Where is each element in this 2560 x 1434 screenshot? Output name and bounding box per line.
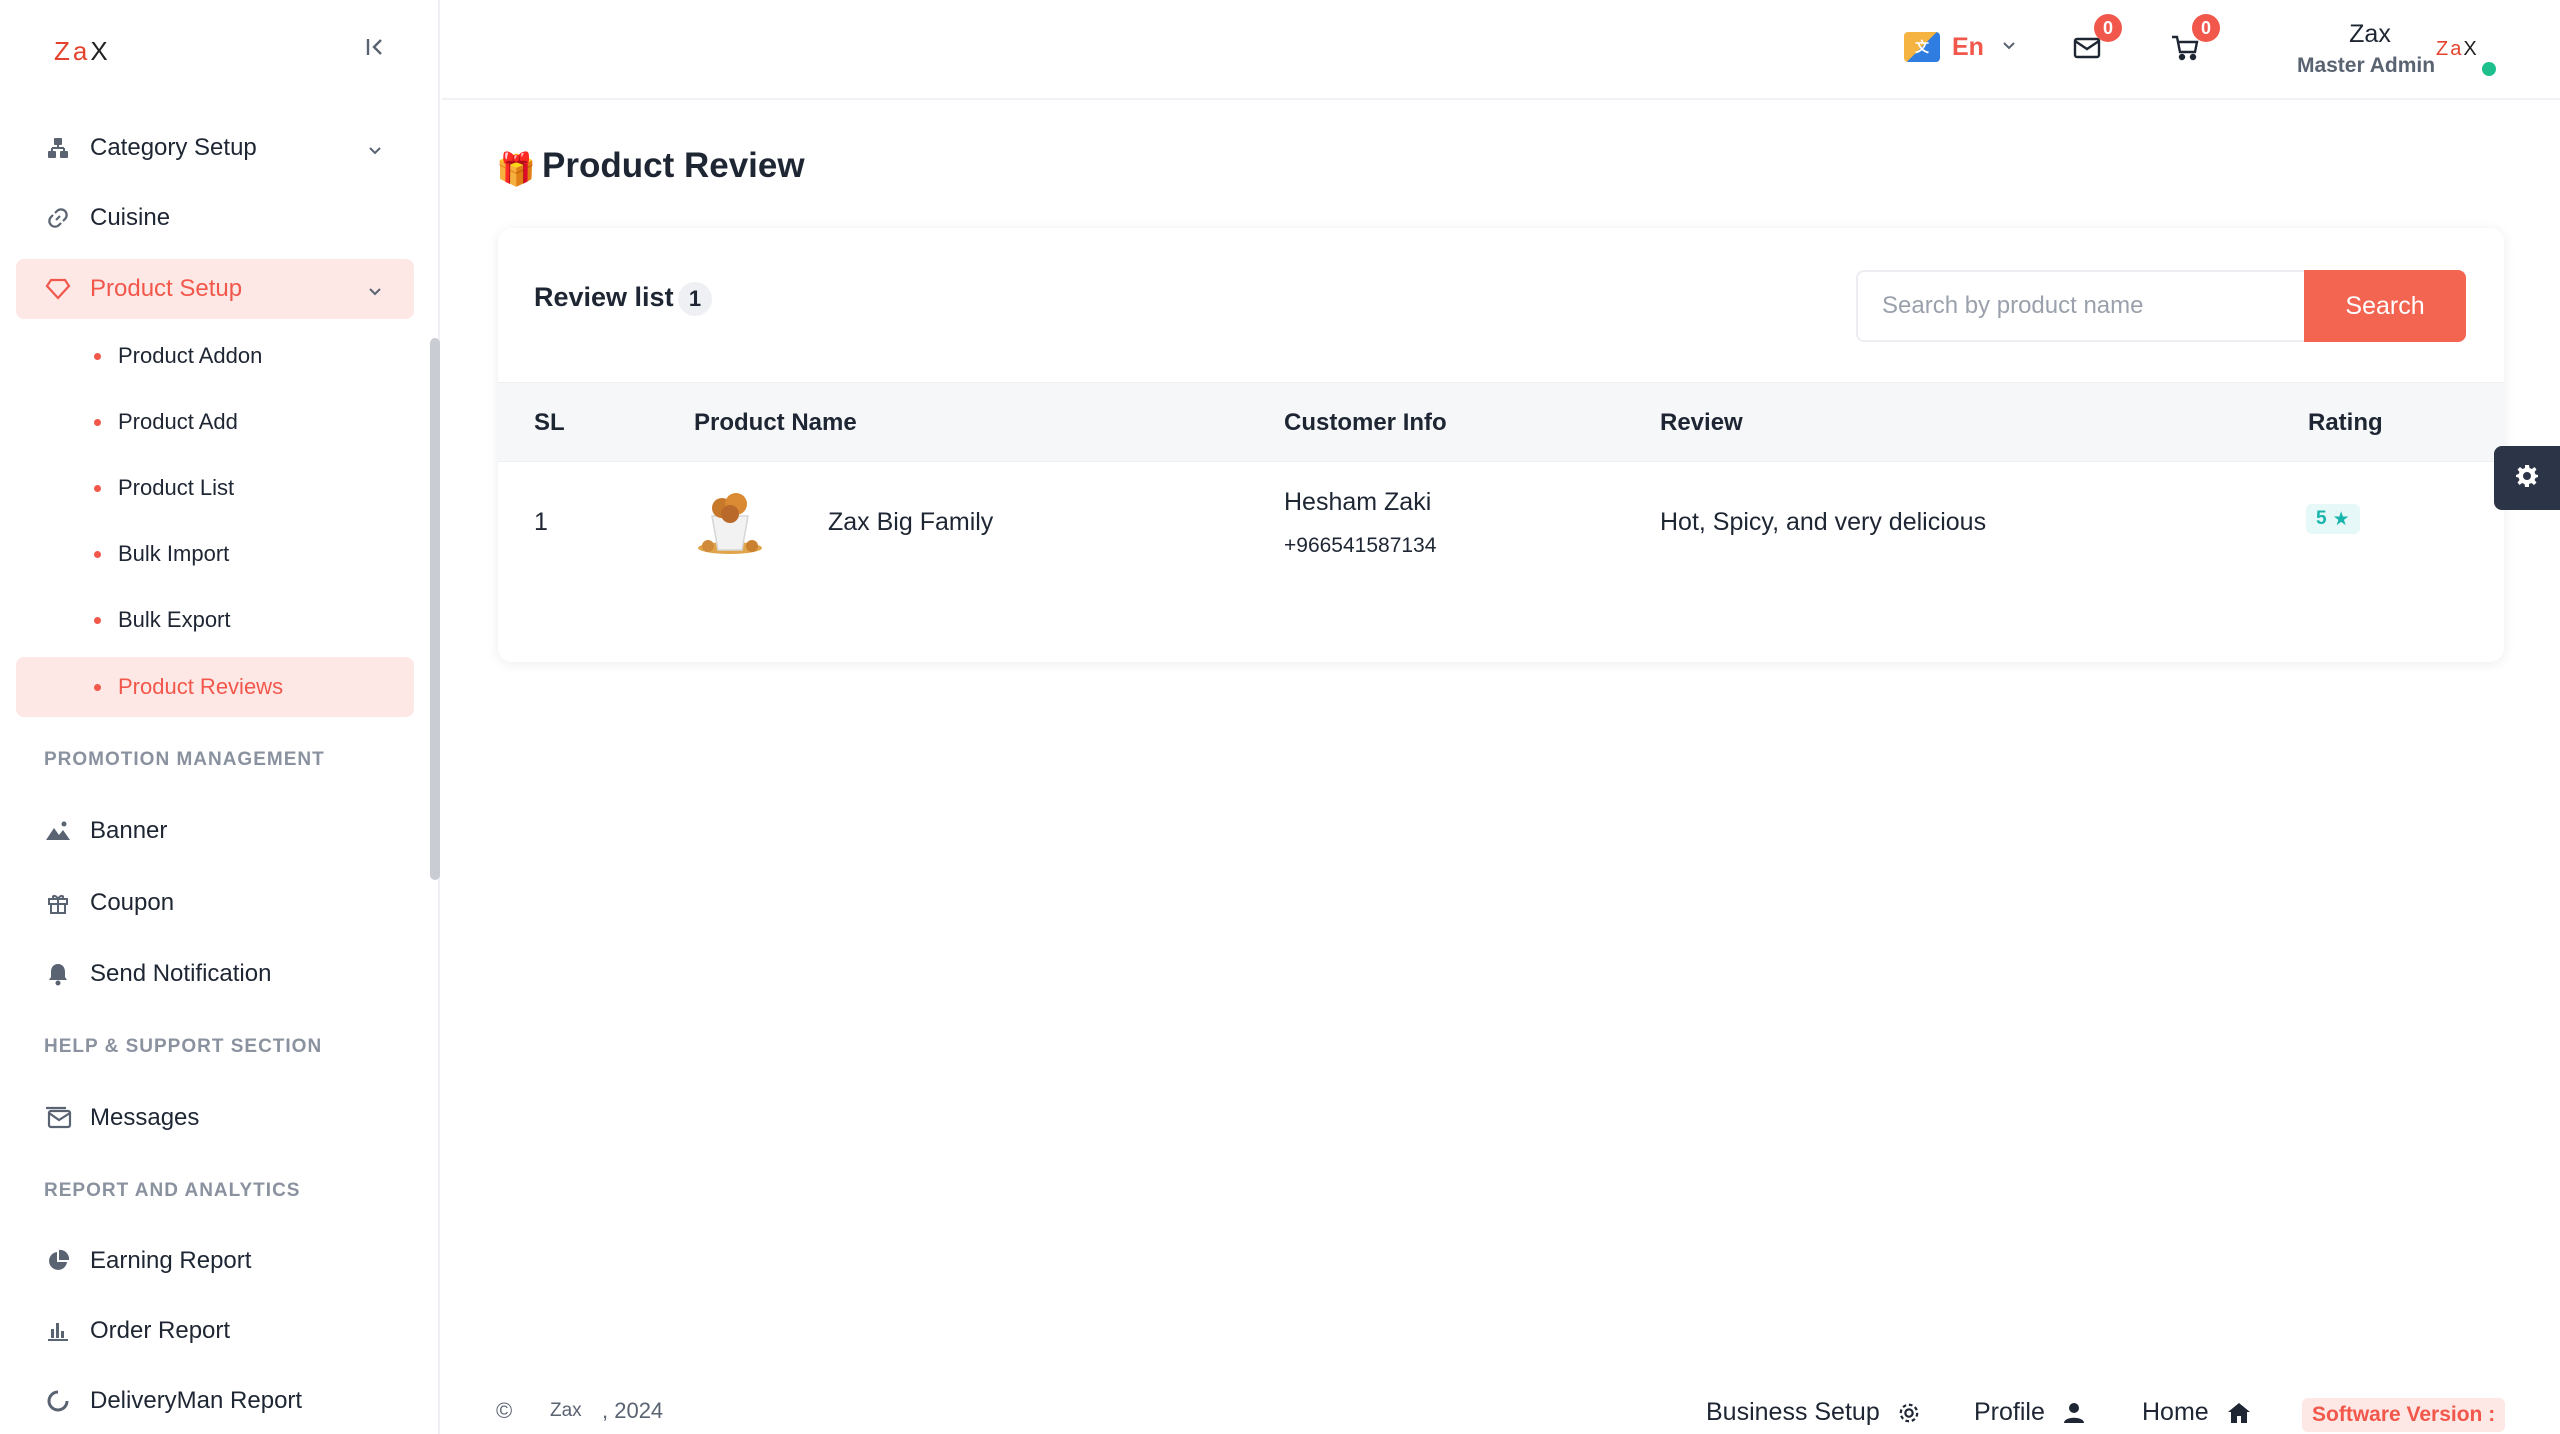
sidebar-item-coupon[interactable]: Coupon	[16, 873, 414, 933]
table-row[interactable]: 1 Zax Big Family Hesham Zaki +9665415871…	[498, 462, 2504, 582]
gift-box-icon: 🎁	[496, 151, 536, 187]
column-header-rating: Rating	[2308, 409, 2383, 436]
online-status-dot	[2482, 62, 2496, 76]
card-title: Review list	[534, 282, 674, 312]
messages-badge: 0	[2094, 14, 2122, 42]
star-icon: ★	[2332, 508, 2350, 530]
user-role: Master Admin	[2296, 54, 2436, 77]
sidebar-item-deliveryman-report[interactable]: DeliveryMan Report	[16, 1371, 414, 1431]
product-image[interactable]	[692, 482, 768, 558]
image-icon	[44, 817, 72, 845]
settings-toggle-button[interactable]	[2494, 446, 2560, 510]
bar-chart-icon	[44, 1317, 72, 1345]
chevron-down-icon	[366, 138, 384, 166]
sidebar-subitem-bulk-import[interactable]: Bulk Import	[16, 524, 414, 584]
sidebar-logo[interactable]: ZaX	[54, 36, 111, 67]
section-title-reports: REPORT AND ANALYTICS	[44, 1180, 301, 1201]
chevron-down-icon	[366, 279, 384, 307]
user-name[interactable]: Zax	[2290, 20, 2450, 49]
gear-icon	[2515, 464, 2539, 493]
review-count-badge: 1	[678, 282, 712, 316]
footer-brand: Zax	[550, 1400, 582, 1421]
section-title-help: HELP & SUPPORT SECTION	[44, 1036, 323, 1057]
sidebar: ZaX Category Setup Cuisine Product Setup…	[0, 0, 440, 1434]
link-icon	[44, 204, 72, 232]
bullet-icon	[94, 485, 101, 492]
cell-product-name[interactable]: Zax Big Family	[828, 508, 993, 537]
pie-chart-icon	[44, 1247, 72, 1275]
footer-link-home[interactable]: Home	[2142, 1398, 2251, 1427]
footer-link-profile[interactable]: Profile	[1974, 1398, 2085, 1427]
bullet-icon	[94, 684, 101, 691]
cart-badge: 0	[2192, 14, 2220, 42]
home-icon	[2227, 1402, 2251, 1424]
search-input[interactable]	[1856, 270, 2306, 342]
footer-link-business-setup[interactable]: Business Setup	[1706, 1398, 1920, 1427]
sitemap-icon	[44, 134, 72, 162]
cell-sl: 1	[534, 508, 548, 536]
collapse-sidebar-icon[interactable]	[364, 34, 386, 65]
sidebar-item-messages[interactable]: Messages	[16, 1088, 414, 1148]
sidebar-item-category-setup[interactable]: Category Setup	[16, 118, 414, 178]
rating-badge: 5 ★	[2306, 504, 2360, 534]
translate-icon: 文	[1904, 32, 1940, 62]
search-button[interactable]: Search	[2304, 270, 2466, 342]
cell-review: Hot, Spicy, and very delicious	[1660, 508, 1987, 536]
sidebar-item-product-setup[interactable]: Product Setup	[16, 259, 414, 319]
sidebar-item-earning-report[interactable]: Earning Report	[16, 1231, 414, 1291]
bullet-icon	[94, 419, 101, 426]
review-list-card: Review list 1 Search SL Product Name Cus…	[498, 228, 2504, 662]
table-header: SL Product Name Customer Info Review Rat…	[498, 382, 2504, 462]
sidebar-item-order-report[interactable]: Order Report	[16, 1301, 414, 1361]
cart-icon	[2170, 35, 2200, 66]
copyright-symbol: ©	[496, 1398, 513, 1423]
sidebar-item-send-notification[interactable]: Send Notification	[16, 944, 414, 1004]
sidebar-subitem-product-add[interactable]: Product Add	[16, 392, 414, 452]
bell-icon	[44, 960, 72, 988]
column-header-sl: SL	[534, 409, 565, 436]
diamond-icon	[44, 275, 72, 303]
sidebar-subitem-bulk-export[interactable]: Bulk Export	[16, 590, 414, 650]
cart-button[interactable]: 0	[2170, 14, 2220, 66]
chevron-down-icon	[2000, 36, 2018, 59]
user-icon	[2063, 1402, 2085, 1424]
sidebar-subitem-product-list[interactable]: Product List	[16, 458, 414, 518]
gift-icon	[44, 889, 72, 917]
sidebar-subitem-product-addon[interactable]: Product Addon	[16, 326, 414, 386]
language-selector[interactable]: 文 En	[1904, 32, 2018, 62]
cell-customer-phone: +966541587134	[1284, 534, 1437, 557]
cell-customer-name: Hesham Zaki	[1284, 488, 1432, 516]
software-version-badge: Software Version :	[2302, 1398, 2506, 1432]
bullet-icon	[94, 551, 101, 558]
spinner-icon	[44, 1387, 72, 1415]
gear-icon	[1898, 1402, 1920, 1424]
sidebar-subitem-product-reviews[interactable]: Product Reviews	[16, 657, 414, 717]
messages-button[interactable]: 0	[2072, 14, 2122, 64]
bullet-icon	[94, 353, 101, 360]
sidebar-scrollbar[interactable]	[430, 338, 440, 880]
section-title-promotion: PROMOTION MANAGEMENT	[44, 749, 325, 770]
bullet-icon	[94, 617, 101, 624]
page-footer: © Zax , 2024 Business Setup Profile Home…	[496, 1398, 2506, 1434]
mail-icon	[2072, 37, 2102, 64]
top-header: 文 En 0 0 Zax Master Admin ZaX	[442, 0, 2560, 100]
sidebar-item-cuisine[interactable]: Cuisine	[16, 188, 414, 248]
column-header-product-name: Product Name	[694, 409, 857, 436]
page-title: Product Review	[542, 146, 805, 185]
column-header-review: Review	[1660, 409, 1743, 436]
column-header-customer-info: Customer Info	[1284, 409, 1447, 436]
footer-year: , 2024	[602, 1398, 664, 1423]
messages-icon	[44, 1104, 72, 1132]
avatar[interactable]: ZaX	[2436, 38, 2479, 61]
sidebar-item-banner[interactable]: Banner	[16, 801, 414, 861]
